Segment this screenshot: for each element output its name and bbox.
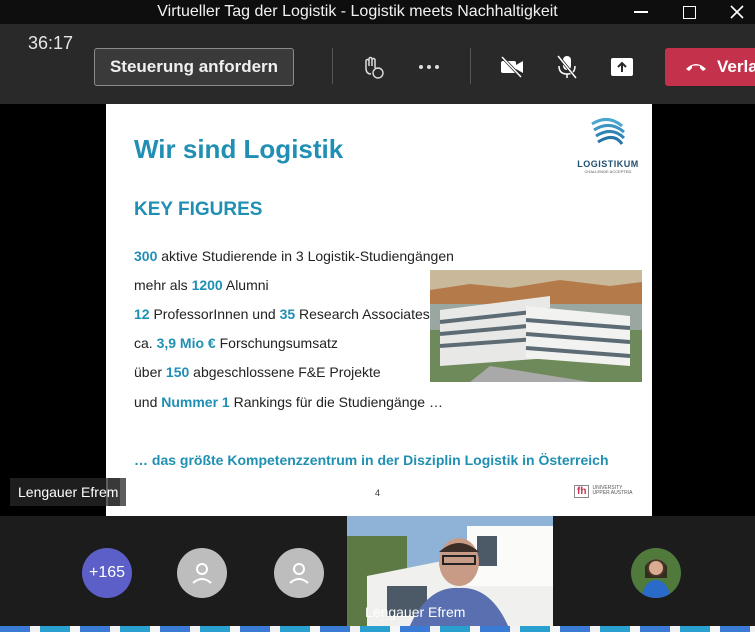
request-control-button[interactable]: Steuerung anfordern (94, 48, 294, 86)
fh-logo-line: UPPER AUSTRIA (592, 490, 633, 496)
slide-footer: … das größte Kompetenzzentrum in der Dis… (134, 452, 609, 468)
fh-university-logo: fh UNIVERSITY UPPER AUSTRIA (574, 482, 638, 500)
campus-building-photo (430, 270, 642, 382)
bottom-taskbar-strip (0, 626, 755, 632)
mic-toggle-button[interactable] (552, 52, 582, 82)
maximize-button[interactable] (666, 0, 712, 24)
shared-content-stage: LOGISTIKUM CHALLENGE ACCEPTED Wir sind L… (0, 104, 755, 516)
presenter-name-tag: Lengauer Efrem (10, 478, 127, 506)
toolbar-divider (470, 48, 471, 84)
more-actions-button[interactable] (414, 52, 444, 82)
video-participant-name: Lengauer Efrem (365, 604, 466, 620)
presentation-slide: LOGISTIKUM CHALLENGE ACCEPTED Wir sind L… (106, 104, 652, 516)
logistikum-wave-icon (591, 118, 626, 145)
logistikum-logo: LOGISTIKUM CHALLENGE ACCEPTED (576, 116, 640, 174)
key-figure-line: mehr als 1200 Alumni (134, 277, 269, 293)
slide-page-number: 4 (375, 488, 381, 498)
person-icon (192, 563, 212, 584)
share-button[interactable] (607, 52, 637, 82)
participant-gallery: +165 Lengauer Efrem (0, 516, 755, 632)
key-figure-line: ca. 3,9 Mio € Forschungsumsatz (134, 335, 338, 351)
participant-photo-avatar[interactable] (631, 548, 681, 598)
minimize-button[interactable] (618, 0, 664, 24)
person-icon (289, 563, 309, 584)
more-icon (419, 65, 439, 69)
mic-off-icon (556, 55, 578, 79)
raise-hand-icon (365, 56, 384, 79)
maximize-icon (682, 5, 696, 19)
overflow-participants-button[interactable]: +165 (82, 548, 132, 598)
close-icon (730, 5, 744, 19)
hang-up-icon (686, 64, 706, 71)
meeting-timer: 36:17 (28, 33, 74, 53)
participant-avatar[interactable] (274, 548, 324, 598)
key-figure-line: 300 aktive Studierende in 3 Logistik-Stu… (134, 248, 454, 264)
camera-toggle-button[interactable] (497, 52, 527, 82)
leave-button[interactable]: Verla (665, 48, 755, 86)
slide-title: Wir sind Logistik (134, 134, 344, 164)
logo-name: LOGISTIKUM (577, 159, 639, 169)
minimize-icon (634, 11, 648, 13)
participant-avatar[interactable] (177, 548, 227, 598)
share-icon (611, 58, 633, 76)
participant-video-tile[interactable]: Lengauer Efrem (347, 516, 553, 628)
key-figure-line: 12 ProfessorInnen und 35 Research Associ… (134, 306, 430, 322)
close-button[interactable] (714, 0, 755, 24)
key-figure-line: über 150 abgeschlossene F&E Projekte (134, 364, 381, 380)
raise-hand-button[interactable] (358, 52, 388, 82)
toolbar-divider (332, 48, 333, 84)
fh-logo-mark: fh (574, 484, 590, 498)
key-figure-line: und Nummer 1 Rankings für die Studiengän… (134, 394, 443, 410)
slide-heading: KEY FIGURES (134, 199, 263, 220)
leave-label: Verla (717, 57, 755, 76)
logo-tagline: CHALLENGE ACCEPTED (584, 169, 632, 174)
title-bar: Virtueller Tag der Logistik - Logistik m… (0, 0, 755, 24)
camera-off-icon (500, 56, 523, 78)
